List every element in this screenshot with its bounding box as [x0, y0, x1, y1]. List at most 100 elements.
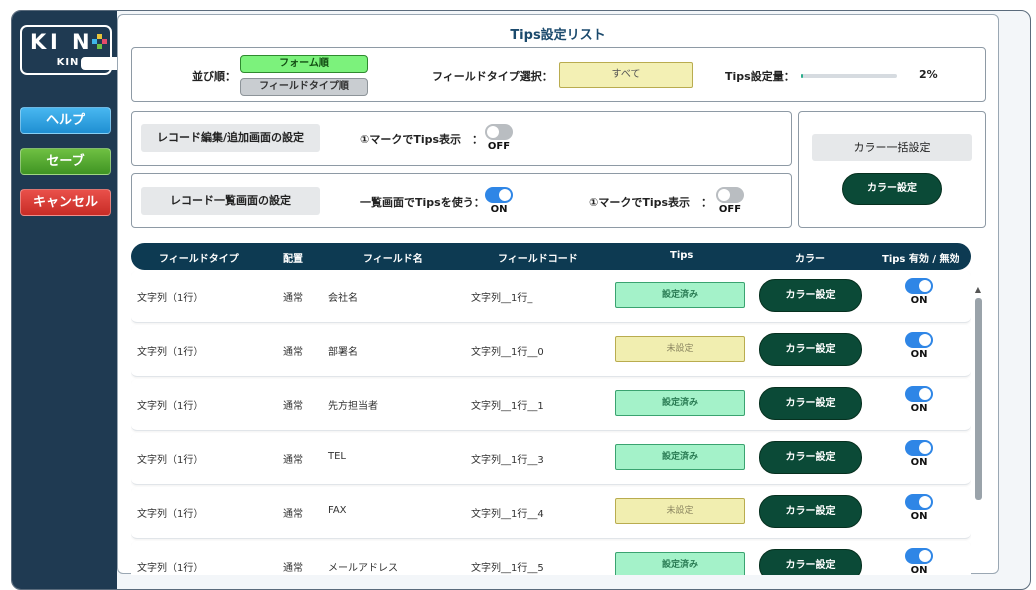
- row-tips-toggle[interactable]: [905, 440, 933, 456]
- record-edit-mark-toggle[interactable]: [485, 124, 513, 140]
- tips-status-button[interactable]: 設定済み: [615, 444, 745, 470]
- header-tips-enabled: Tips 有効 / 無効: [882, 254, 960, 265]
- table-row: 文字列（1行） 通常 TEL 文字列__1行__3 設定済み カラー設定 ON: [131, 433, 971, 485]
- cell-field-type: 文字列（1行）: [137, 293, 204, 304]
- cell-field-code: 文字列__1行__1: [471, 401, 544, 412]
- cancel-button[interactable]: キャンセル: [20, 189, 111, 216]
- logo-letter-n: N: [72, 30, 90, 54]
- tips-status-button[interactable]: 設定済み: [615, 552, 745, 575]
- field-type-select[interactable]: すべて: [559, 62, 693, 88]
- tips-status-button[interactable]: 未設定: [615, 498, 745, 524]
- row-color-button[interactable]: カラー設定: [759, 279, 862, 312]
- sidebar: K I N KIN PURA ヘルプ セーブ キャンセル: [12, 11, 123, 589]
- tips-settings-panel: Tips設定リスト 並び順： フォーム順 フィールドタイプ順 フィールドタイプ選…: [117, 14, 999, 575]
- scroll-up-icon[interactable]: ▲: [973, 285, 983, 294]
- sort-form-order-button[interactable]: フォーム順: [240, 55, 368, 73]
- cell-field-name: メールアドレス: [328, 563, 398, 574]
- row-tips-state: ON: [910, 511, 928, 522]
- record-list-use-label: 一覧画面でTipsを使う：: [360, 196, 485, 209]
- header-layout: 配置: [283, 254, 303, 265]
- header-field-code: フィールドコード: [498, 254, 578, 265]
- cell-field-name: 部署名: [328, 347, 358, 358]
- cell-field-type: 文字列（1行）: [137, 509, 204, 520]
- header-field-type: フィールドタイプ: [159, 254, 239, 265]
- record-list-use-toggle[interactable]: [485, 187, 513, 203]
- record-edit-mark-state: OFF: [487, 141, 511, 152]
- row-color-button[interactable]: カラー設定: [759, 495, 862, 528]
- table-row: 文字列（1行） 通常 会社名 文字列__1行_ 設定済み カラー設定 ON: [131, 271, 971, 323]
- plug-icon: [92, 34, 107, 49]
- cell-field-type: 文字列（1行）: [137, 563, 204, 574]
- row-tips-state: ON: [910, 403, 928, 414]
- row-tips-state: ON: [910, 457, 928, 468]
- row-color-button[interactable]: カラー設定: [759, 549, 862, 575]
- tips-amount-percent: 2%: [919, 68, 938, 81]
- row-tips-toggle[interactable]: [905, 494, 933, 510]
- toggle-knob: [718, 189, 730, 201]
- toggle-knob: [919, 280, 931, 292]
- color-bulk-box: カラー一括設定 カラー設定: [798, 111, 986, 228]
- table-body: 文字列（1行） 通常 会社名 文字列__1行_ 設定済み カラー設定 ON 文字列（1行） 通常…: [131, 271, 971, 575]
- cell-field-code: 文字列__1行_: [471, 293, 533, 304]
- logo-subtitle-left: KIN: [56, 57, 80, 68]
- row-color-button[interactable]: カラー設定: [759, 441, 862, 474]
- toggle-knob: [487, 126, 499, 138]
- logo-letter-i: I: [50, 30, 58, 54]
- cell-layout: 通常: [283, 293, 303, 304]
- record-list-mark-label: ①マークでTips表示 ：: [589, 196, 713, 209]
- cell-layout: 通常: [283, 401, 303, 412]
- row-color-button[interactable]: カラー設定: [759, 333, 862, 366]
- tips-amount-progress: [801, 74, 897, 78]
- scrollbar[interactable]: ▲: [973, 285, 983, 575]
- record-list-use-state: ON: [490, 204, 508, 215]
- cell-layout: 通常: [283, 347, 303, 358]
- page-title: Tips設定リスト: [510, 28, 606, 43]
- record-edit-settings-box: レコード編集/追加画面の設定 ①マークでTips表示 ： OFF: [131, 111, 792, 166]
- help-button[interactable]: ヘルプ: [20, 107, 111, 134]
- row-tips-state: ON: [910, 295, 928, 306]
- table-row: 文字列（1行） 通常 先方担当者 文字列__1行__1 設定済み カラー設定 ON: [131, 379, 971, 431]
- tips-status-button[interactable]: 設定済み: [615, 390, 745, 416]
- cell-layout: 通常: [283, 563, 303, 574]
- sort-filter-box: 並び順： フォーム順 フィールドタイプ順 フィールドタイプ選択： すべて Tip…: [131, 47, 986, 102]
- toggle-knob: [499, 189, 511, 201]
- record-list-settings-box: レコード一覧画面の設定 一覧画面でTipsを使う： ON ①マークでTips表示…: [131, 173, 792, 228]
- toggle-knob: [919, 496, 931, 508]
- table-header: フィールドタイプ 配置 フィールド名 フィールドコード Tips カラー Tip…: [131, 243, 971, 270]
- cell-field-code: 文字列__1行__5: [471, 563, 544, 574]
- row-color-button[interactable]: カラー設定: [759, 387, 862, 420]
- cell-field-code: 文字列__1行__4: [471, 509, 544, 520]
- toggle-knob: [919, 550, 931, 562]
- header-tips: Tips: [670, 250, 694, 261]
- tips-status-button[interactable]: 未設定: [615, 336, 745, 362]
- logo-subtitle: KIN PURA: [26, 57, 123, 71]
- cell-field-name: FAX: [328, 505, 347, 516]
- cell-field-name: 先方担当者: [328, 401, 378, 412]
- header-color: カラー: [795, 254, 825, 265]
- record-list-mark-toggle[interactable]: [716, 187, 744, 203]
- row-tips-toggle[interactable]: [905, 332, 933, 348]
- cell-field-type: 文字列（1行）: [137, 401, 204, 412]
- row-tips-state: ON: [910, 349, 928, 360]
- row-tips-state: ON: [910, 565, 928, 575]
- cell-field-type: 文字列（1行）: [137, 347, 204, 358]
- table-row: 文字列（1行） 通常 メールアドレス 文字列__1行__5 設定済み カラー設定 ON: [131, 541, 971, 575]
- row-tips-toggle[interactable]: [905, 548, 933, 564]
- scrollbar-thumb[interactable]: [975, 298, 982, 500]
- table-row: 文字列（1行） 通常 FAX 文字列__1行__4 未設定 カラー設定 ON: [131, 487, 971, 539]
- color-bulk-button[interactable]: カラー設定: [842, 173, 942, 205]
- cell-field-name: TEL: [328, 451, 346, 462]
- cell-layout: 通常: [283, 455, 303, 466]
- sort-fieldtype-order-button[interactable]: フィールドタイプ順: [240, 78, 368, 96]
- cell-field-code: 文字列__1行__0: [471, 347, 544, 358]
- record-edit-settings-button[interactable]: レコード編集/追加画面の設定: [141, 124, 320, 152]
- save-button[interactable]: セーブ: [20, 148, 111, 175]
- logo-letter-k: K: [30, 30, 47, 54]
- header-field-name: フィールド名: [363, 254, 423, 265]
- row-tips-toggle[interactable]: [905, 386, 933, 402]
- field-type-select-label: フィールドタイプ選択：: [432, 70, 553, 83]
- row-tips-toggle[interactable]: [905, 278, 933, 294]
- tips-status-button[interactable]: 設定済み: [615, 282, 745, 308]
- cell-field-type: 文字列（1行）: [137, 455, 204, 466]
- record-list-settings-button[interactable]: レコード一覧画面の設定: [141, 187, 320, 215]
